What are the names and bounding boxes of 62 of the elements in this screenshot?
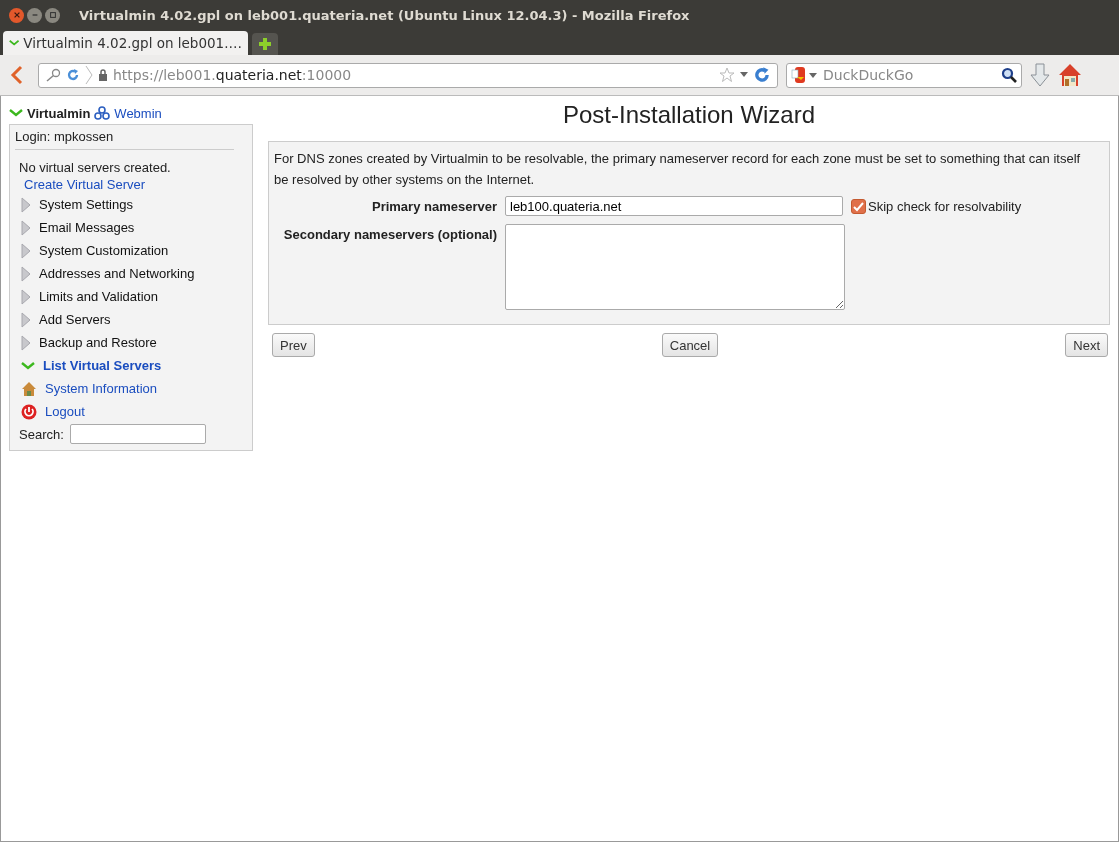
search-field[interactable]: DuckDuckGo bbox=[786, 62, 1022, 88]
search-icon[interactable] bbox=[1001, 66, 1017, 83]
plus-icon bbox=[257, 36, 273, 52]
cancel-button[interactable]: Cancel bbox=[661, 333, 719, 357]
field-label: Primary nameserver bbox=[370, 198, 497, 214]
dropdown-icon[interactable] bbox=[740, 72, 748, 78]
primary-nameserver-field[interactable]: leb100.quateria.net bbox=[505, 196, 843, 216]
chevron-icon bbox=[9, 39, 20, 47]
cloverleaf-icon bbox=[94, 106, 111, 120]
menu-category[interactable]: System Customization bbox=[39, 243, 169, 258]
menu-category[interactable]: System Settings bbox=[39, 197, 133, 212]
description-text: For DNS zones created by Virtualmin to be resolvable, the primary nameserver record for each zone must be set to something that can itself be resolved by other systems on the Internet. bbox=[274, 150, 1082, 189]
search-field[interactable] bbox=[69, 424, 206, 444]
reload-icon[interactable] bbox=[753, 66, 771, 84]
browser-tab[interactable]: Virtualmin 4.02.gpl on leb001.… bbox=[3, 31, 248, 55]
back-icon[interactable] bbox=[10, 65, 24, 85]
power-icon bbox=[21, 403, 37, 420]
webmin-link[interactable]: Webmin bbox=[114, 105, 162, 121]
reload-icon[interactable] bbox=[66, 68, 80, 82]
chevron-icon bbox=[9, 109, 23, 117]
window-title: Virtualmin 4.02.gpl on leb001.quateria.net (Ubuntu Linux 12.04.3) - Mozilla Firefox bbox=[79, 7, 690, 23]
star-icon[interactable] bbox=[719, 67, 735, 83]
prev-button[interactable]: Prev bbox=[272, 333, 315, 357]
chevron-icon bbox=[85, 65, 93, 85]
lock-icon bbox=[98, 69, 108, 81]
download-icon[interactable] bbox=[1030, 63, 1050, 87]
checkbox[interactable] bbox=[851, 199, 866, 214]
minimize-icon[interactable] bbox=[27, 7, 42, 23]
menu-category[interactable]: Addresses and Networking bbox=[39, 266, 195, 281]
product-label: Virtualmin bbox=[27, 105, 91, 121]
menu-category[interactable]: Email Messages bbox=[39, 220, 135, 235]
secondary-nameservers-field[interactable] bbox=[505, 224, 845, 310]
chevron-icon bbox=[21, 361, 35, 370]
menu-category[interactable]: List Virtual Servers bbox=[43, 358, 162, 373]
url-text: https://leb001.quateria.net:10000 bbox=[113, 67, 353, 83]
search-label: Search: bbox=[19, 426, 64, 442]
dropdown-icon bbox=[809, 72, 817, 79]
next-button[interactable]: Next bbox=[1065, 333, 1108, 357]
triangle-icon bbox=[21, 196, 31, 213]
menu-link[interactable]: System Information bbox=[45, 381, 157, 396]
address-bar[interactable]: https://leb001.quateria.net:10000 bbox=[38, 62, 778, 88]
maximize-icon[interactable] bbox=[45, 7, 60, 23]
logout-link[interactable]: Logout bbox=[45, 404, 85, 419]
create-server-link[interactable]: Create Virtual Server bbox=[24, 177, 244, 192]
home-icon[interactable] bbox=[1058, 63, 1082, 87]
menu-category[interactable]: Backup and Restore bbox=[39, 335, 157, 350]
checkbox-label: Skip check for resolvability bbox=[868, 198, 1022, 214]
house-icon bbox=[21, 380, 37, 397]
page-title: Post-Installation Wizard bbox=[561, 101, 817, 129]
menu-category[interactable]: Limits and Validation bbox=[39, 289, 158, 304]
triangle-icon bbox=[21, 265, 31, 282]
triangle-icon bbox=[21, 334, 31, 351]
triangle-icon bbox=[21, 242, 31, 259]
login-text: Login: mpkossen bbox=[15, 129, 234, 150]
triangle-icon bbox=[21, 219, 31, 236]
close-icon[interactable] bbox=[9, 7, 24, 23]
triangle-icon bbox=[21, 311, 31, 328]
field-label: Secondary nameservers (optional) bbox=[282, 226, 497, 242]
menu-category[interactable]: Add Servers bbox=[39, 312, 111, 327]
new-tab-button[interactable] bbox=[252, 33, 278, 55]
triangle-icon bbox=[21, 288, 31, 305]
status-text: No virtual servers created. bbox=[19, 160, 172, 175]
